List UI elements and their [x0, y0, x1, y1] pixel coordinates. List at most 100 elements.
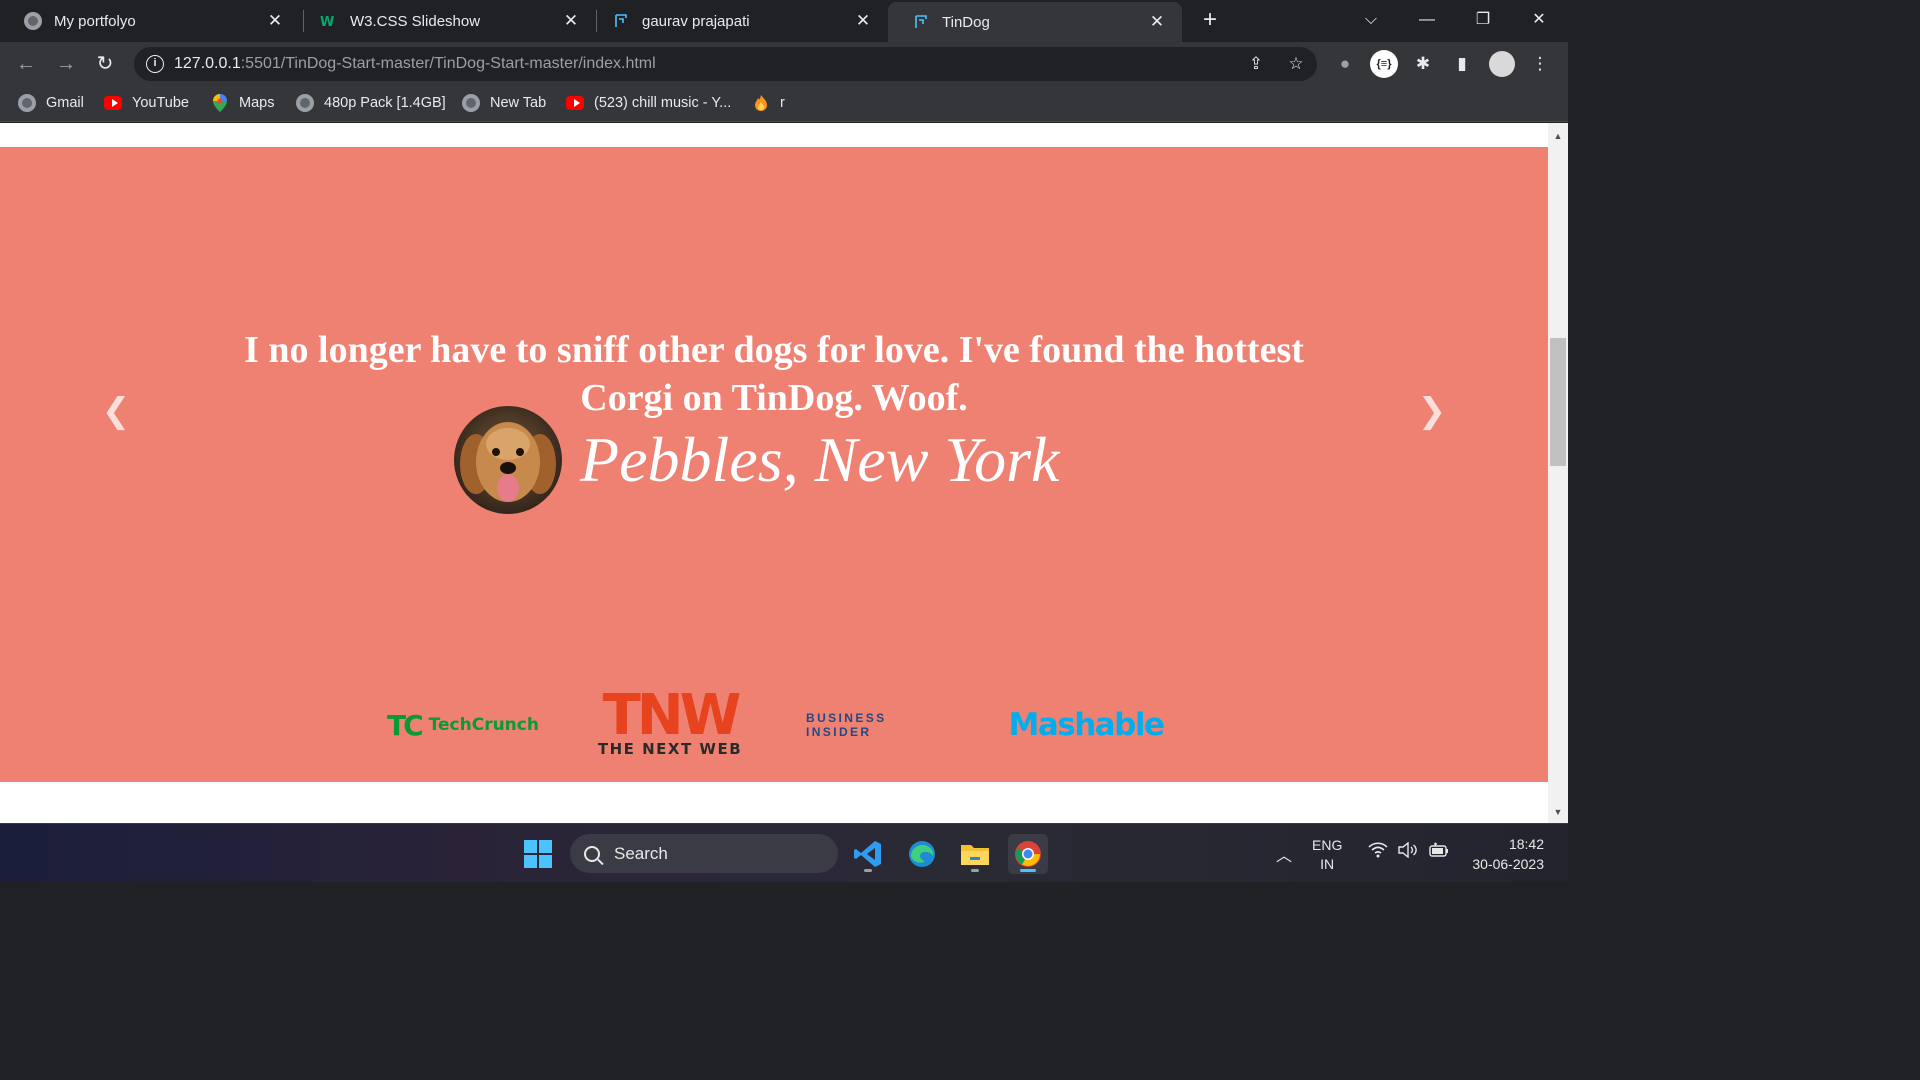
- search-icon: [584, 845, 600, 862]
- youtube-icon: [566, 94, 584, 112]
- clock-date: 30-06-2023: [1472, 856, 1544, 872]
- globe-icon: [18, 94, 36, 112]
- bookmarks-bar: Gmail YouTube Maps 480p Pack [1.4GB] New…: [0, 86, 1568, 122]
- tab-w3css-slideshow[interactable]: W W3.CSS Slideshow ✕: [296, 0, 596, 42]
- testimonial-author: Pebbles, New York: [580, 424, 1060, 495]
- restore-button[interactable]: ❐: [1460, 6, 1506, 34]
- press-logo-techcrunch: TC TechCrunch: [383, 685, 543, 765]
- close-icon[interactable]: ✕: [1148, 12, 1166, 32]
- bookmark-label: 480p Pack [1.4GB]: [324, 95, 446, 111]
- testimonial-author-row: Pebbles, New York: [454, 406, 1059, 514]
- taskbar-search-label: Search: [614, 843, 668, 863]
- scroll-thumb[interactable]: [1550, 338, 1566, 466]
- file-explorer-icon[interactable]: [955, 834, 995, 874]
- active-indicator: [1020, 869, 1036, 872]
- menu-kebab-icon[interactable]: ⋮: [1530, 54, 1550, 74]
- bookmark-chill-music[interactable]: (523) chill music - Y...: [566, 92, 731, 114]
- tnw-name: THE NEXT WEB: [597, 740, 743, 758]
- running-indicator: [971, 869, 979, 872]
- tab-title: My portfolyo: [54, 12, 136, 30]
- w3schools-icon: W: [320, 12, 338, 30]
- browser-toolbar: ← → ↻ i 127.0.0.1:5501/TinDog-Start-mast…: [0, 42, 1568, 86]
- bookmark-star-icon[interactable]: ☆: [1286, 54, 1306, 74]
- scroll-up-arrow-icon[interactable]: ▲: [1553, 131, 1563, 141]
- bookmark-label: Maps: [239, 95, 275, 111]
- url-host: 127.0.0.1: [174, 55, 241, 72]
- forward-arrow-icon[interactable]: →: [52, 50, 80, 78]
- youtube-icon: [104, 94, 122, 112]
- tab-strip: My portfolyo ✕ W W3.CSS Slideshow ✕ gaur…: [0, 0, 1568, 42]
- bookmark-label: (523) chill music - Y...: [594, 95, 732, 111]
- maps-pin-icon: [211, 94, 229, 112]
- json-viewer-icon[interactable]: {≡}: [1370, 50, 1398, 78]
- battery-icon[interactable]: [1428, 842, 1450, 863]
- tab-title: TinDog: [942, 13, 990, 31]
- carousel-prev-chevron-icon[interactable]: ❮: [96, 391, 136, 431]
- windows-taskbar: Search ︿ ENG IN 18:42 30-06-2023: [0, 823, 1568, 882]
- tab-title: W3.CSS Slideshow: [350, 12, 481, 30]
- extension-icon[interactable]: ●: [1335, 54, 1355, 74]
- tab-search-chevron-icon[interactable]: ⌵: [1348, 6, 1394, 34]
- scroll-down-arrow-icon[interactable]: ▼: [1553, 807, 1563, 817]
- bookmark-label: Gmail: [46, 95, 84, 111]
- page-viewport: ❮ ❯ I no longer have to sniff other dogs…: [0, 123, 1548, 823]
- bookmark-480p-pack[interactable]: 480p Pack [1.4GB]: [296, 92, 446, 114]
- taskbar-search-box[interactable]: Search: [570, 834, 838, 873]
- bookmark-label: r: [780, 95, 785, 111]
- tnw-logo-mark: TNW: [602, 683, 742, 748]
- extensions-puzzle-icon[interactable]: ✱: [1413, 54, 1433, 74]
- running-indicator: [864, 869, 872, 872]
- lang-primary: ENG: [1312, 837, 1343, 853]
- minimize-button[interactable]: —: [1404, 6, 1450, 34]
- tab-tindog[interactable]: TinDog ✕: [888, 2, 1182, 42]
- taskbar-clock[interactable]: 18:42 30-06-2023: [1472, 834, 1544, 874]
- globe-icon: [462, 94, 480, 112]
- url-path: :5501/TinDog-Start-master/TinDog-Start-m…: [240, 55, 656, 72]
- close-icon[interactable]: ✕: [562, 11, 580, 31]
- close-window-button[interactable]: ✕: [1516, 6, 1562, 34]
- site-info-icon[interactable]: i: [146, 55, 164, 73]
- back-arrow-icon[interactable]: ←: [12, 50, 40, 78]
- globe-icon: [24, 12, 42, 30]
- side-panel-icon[interactable]: ▮: [1452, 54, 1472, 74]
- techcrunch-logo-mark: TC: [387, 708, 424, 742]
- page-icon: [612, 12, 630, 30]
- chrome-icon[interactable]: [1008, 834, 1048, 874]
- testimonial-section: ❮ ❯ I no longer have to sniff other dogs…: [0, 147, 1548, 782]
- press-logo-tnw: TNW THE NEXT WEB: [590, 685, 750, 765]
- press-logo-mashable: Mashable: [1008, 707, 1165, 743]
- bookmark-new-tab[interactable]: New Tab: [462, 92, 546, 114]
- dog-avatar-image: [454, 406, 562, 514]
- carousel-next-chevron-icon[interactable]: ❯: [1412, 391, 1452, 431]
- globe-icon: [296, 94, 314, 112]
- tab-gaurav-prajapati[interactable]: gaurav prajapati ✕: [588, 0, 888, 42]
- close-icon[interactable]: ✕: [854, 11, 872, 31]
- profile-avatar[interactable]: [1489, 51, 1515, 77]
- techcrunch-name: TechCrunch: [428, 715, 539, 735]
- tab-my-portfolyo[interactable]: My portfolyo ✕: [0, 0, 300, 42]
- show-hidden-icons-chevron-icon[interactable]: ︿: [1276, 842, 1292, 866]
- bookmark-maps[interactable]: Maps: [211, 92, 274, 114]
- vscode-icon[interactable]: [848, 834, 888, 874]
- share-icon[interactable]: ⇪: [1246, 54, 1266, 74]
- volume-icon[interactable]: [1398, 841, 1418, 863]
- windows-start-icon[interactable]: [524, 840, 552, 868]
- clock-time: 18:42: [1508, 836, 1544, 852]
- bookmark-gmail[interactable]: Gmail: [18, 92, 84, 114]
- bookmark-r[interactable]: r: [752, 92, 785, 114]
- new-tab-button[interactable]: +: [1196, 6, 1224, 34]
- edge-icon[interactable]: [902, 834, 942, 874]
- tab-title: gaurav prajapati: [642, 12, 750, 30]
- language-indicator[interactable]: ENG IN: [1312, 836, 1342, 874]
- page-icon: [912, 13, 930, 31]
- wifi-icon[interactable]: [1368, 842, 1388, 863]
- lang-secondary: IN: [1320, 856, 1335, 872]
- bookmark-youtube[interactable]: YouTube: [104, 92, 189, 114]
- press-logo-business-insider: BUSINESS INSIDER: [806, 711, 887, 739]
- close-icon[interactable]: ✕: [266, 11, 284, 31]
- fire-icon: [752, 94, 770, 112]
- system-tray[interactable]: [1368, 841, 1450, 863]
- page-scrollbar[interactable]: ▲ ▼: [1548, 123, 1568, 823]
- address-bar[interactable]: i 127.0.0.1:5501/TinDog-Start-master/Tin…: [134, 47, 1317, 81]
- reload-icon[interactable]: ↻: [91, 50, 119, 78]
